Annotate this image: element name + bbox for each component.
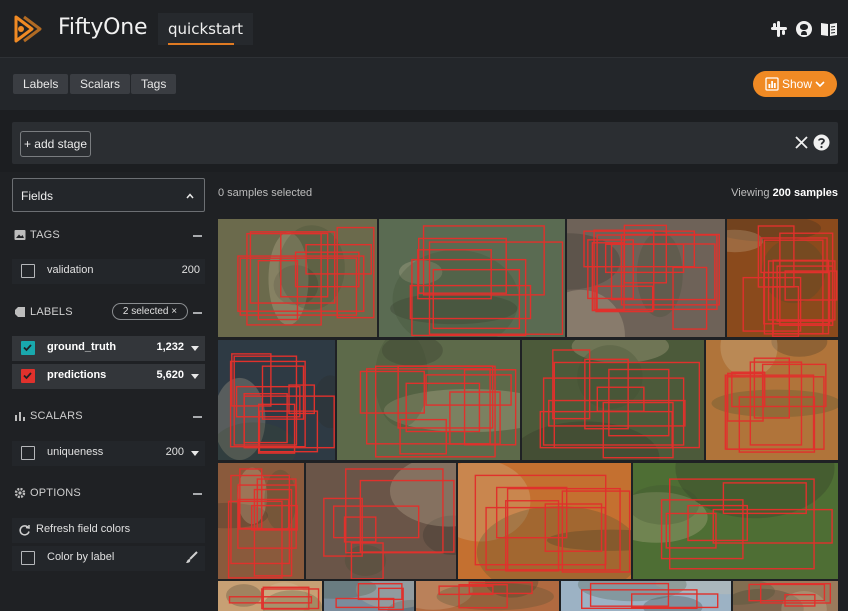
detection-boxes: [390, 225, 564, 337]
detection-boxes: [237, 225, 375, 326]
show-label: Show: [782, 77, 813, 91]
brush-icon[interactable]: [185, 551, 198, 564]
tile-cake[interactable]: [218, 340, 335, 460]
tab-tags[interactable]: Tags: [131, 74, 177, 94]
row-count: 5,620: [156, 369, 184, 381]
caret-down-icon[interactable]: [191, 451, 199, 456]
tab-labels[interactable]: Labels: [13, 74, 69, 94]
row-count: 200: [181, 264, 200, 276]
detection-boxes: [218, 353, 335, 460]
row-label: validation: [47, 264, 94, 276]
tile-bear[interactable]: [218, 581, 322, 611]
add-stage-button[interactable]: + add stage: [20, 131, 91, 157]
color-by-label-row[interactable]: Color by label: [12, 546, 205, 571]
tile-bottom-4[interactable]: [561, 581, 731, 611]
show-button[interactable]: Show: [753, 71, 837, 97]
bar-chart-icon: [765, 77, 779, 91]
row-label: ground_truth: [47, 341, 117, 353]
checkbox[interactable]: [21, 446, 35, 460]
detection-boxes: [359, 340, 520, 458]
scalars-collapse-icon[interactable]: [193, 416, 202, 418]
tile-turkey[interactable]: [218, 219, 377, 337]
row-label: uniqueness: [47, 446, 104, 458]
tag-row-validation[interactable]: validation 200: [12, 259, 205, 284]
scalars-section-title: SCALARS: [30, 410, 83, 422]
detection-boxes: [323, 463, 456, 579]
gear-icon: [14, 487, 26, 499]
tile-bottom-3[interactable]: [416, 581, 559, 611]
label-row-ground-truth[interactable]: ground_truth 1,232: [12, 336, 205, 361]
refresh-colors-row[interactable]: Refresh field colors: [12, 518, 205, 543]
checkbox-checked[interactable]: [21, 369, 35, 383]
detection-boxes: [733, 581, 832, 611]
tile-horse-rider[interactable]: [379, 219, 565, 337]
tab-scalars[interactable]: Scalars: [70, 74, 131, 94]
labels-section-title: LABELS: [30, 306, 73, 318]
tile-bottom-5[interactable]: [733, 581, 838, 611]
chevron-up-icon[interactable]: [186, 193, 194, 199]
tile-cow[interactable]: [522, 340, 704, 460]
tile-orange-cat[interactable]: [706, 340, 838, 460]
detection-boxes: [324, 581, 414, 611]
color-by-label-text: Color by label: [47, 551, 115, 563]
brand-name[interactable]: FiftyOne: [58, 15, 148, 40]
label-row-predictions[interactable]: predictions 5,620: [12, 364, 205, 389]
checkbox[interactable]: [21, 264, 35, 278]
caret-down-icon[interactable]: [191, 346, 199, 351]
fields-label: Fields: [21, 189, 54, 203]
close-icon[interactable]: [795, 136, 808, 149]
labels-collapse-icon[interactable]: [193, 312, 202, 314]
detection-boxes: [567, 224, 720, 337]
viewing-prefix: Viewing: [731, 187, 773, 199]
viewing-count-text: Viewing 200 samples: [731, 187, 838, 199]
options-section-title: OPTIONS: [30, 487, 81, 499]
checkbox[interactable]: [21, 551, 35, 565]
dataset-selector[interactable]: quickstart: [158, 13, 254, 45]
detection-boxes: [633, 463, 835, 570]
caret-down-icon[interactable]: [191, 374, 199, 379]
detection-boxes: [711, 340, 838, 453]
tile-food-grill[interactable]: [458, 463, 631, 579]
tile-dinner-table[interactable]: [727, 219, 838, 337]
dataset-underline: [168, 43, 234, 45]
help-icon[interactable]: [813, 134, 830, 151]
label-tag-icon: [15, 307, 25, 317]
detection-boxes: [522, 340, 701, 460]
detection-boxes: [218, 467, 298, 579]
options-collapse-icon[interactable]: [193, 493, 202, 495]
chevron-down-icon: [815, 81, 825, 88]
docs-book-icon[interactable]: [820, 20, 838, 38]
selected-count-chip[interactable]: 2 selected ×: [112, 303, 188, 320]
tile-train[interactable]: [337, 340, 520, 460]
row-count: 1,232: [156, 341, 184, 353]
image-icon: [14, 230, 26, 240]
tile-cat-bowl[interactable]: [306, 463, 456, 579]
slack-icon[interactable]: [770, 20, 788, 38]
bar-chart-icon: [15, 412, 25, 421]
refresh-field-colors-label: Refresh field colors: [36, 523, 131, 535]
scalar-row-uniqueness[interactable]: uniqueness 200: [12, 441, 205, 466]
checkbox-checked[interactable]: [21, 341, 35, 355]
detection-boxes: [458, 463, 631, 579]
viewing-count: 200 samples: [772, 187, 838, 199]
tags-collapse-icon[interactable]: [193, 235, 202, 237]
tile-dogs[interactable]: [633, 463, 838, 579]
tile-man-tie[interactable]: [218, 463, 304, 579]
view-bar[interactable]: [12, 122, 838, 164]
tile-cats[interactable]: [567, 219, 725, 337]
row-label: predictions: [47, 369, 107, 381]
samples-selected-text: 0 samples selected: [218, 187, 313, 199]
github-icon[interactable]: [795, 20, 813, 38]
refresh-icon: [19, 525, 30, 536]
fiftyone-logo-icon[interactable]: [12, 13, 46, 45]
detection-boxes: [727, 219, 838, 337]
row-count: 200: [165, 446, 184, 458]
detection-boxes: [577, 581, 731, 611]
detection-boxes: [416, 581, 554, 611]
tile-bottom-2[interactable]: [324, 581, 414, 611]
detection-boxes: [226, 582, 322, 611]
tags-section-title: TAGS: [30, 229, 60, 241]
